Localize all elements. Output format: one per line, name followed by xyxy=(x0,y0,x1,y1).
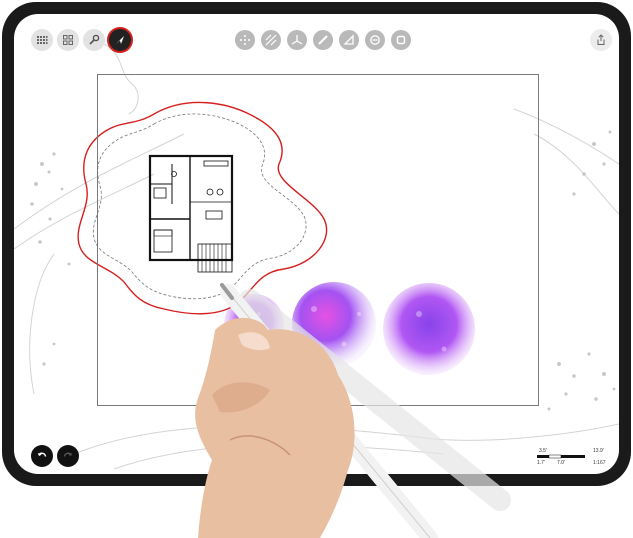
gallery-icon xyxy=(63,35,73,45)
scale-label-top-right: 13.9' xyxy=(593,448,604,454)
ruler-tool[interactable] xyxy=(339,30,359,50)
angle-icon xyxy=(291,35,303,45)
tablet-device: 3.5' 13.9' 1.7' 7.0' 1:167 xyxy=(2,2,631,486)
pen-icon xyxy=(318,35,328,45)
layers-grid-icon xyxy=(37,36,48,44)
hatch-icon xyxy=(265,34,277,46)
scale-bar: 3.5' 13.9' 1.7' 7.0' 1:167 xyxy=(537,448,611,470)
drawing-sheet xyxy=(97,74,539,406)
undo-button[interactable] xyxy=(31,445,53,467)
undo-icon xyxy=(37,452,47,457)
redo-icon xyxy=(63,452,73,457)
pointer-icon xyxy=(116,36,124,44)
square-tool[interactable] xyxy=(391,30,411,50)
layers-grid-button[interactable] xyxy=(31,29,53,51)
select-dots-icon xyxy=(240,35,250,45)
wrench-icon xyxy=(89,34,100,45)
scale-label-bottom-mid: 7.0' xyxy=(557,460,565,466)
square-icon xyxy=(396,35,406,45)
pen-tool[interactable] xyxy=(313,30,333,50)
hatch-tool[interactable] xyxy=(261,30,281,50)
circle-minus-tool[interactable] xyxy=(365,30,385,50)
ruler-triangle-icon xyxy=(343,34,354,45)
scale-label-bottom-left: 1.7' xyxy=(537,460,545,466)
select-tool[interactable] xyxy=(235,30,255,50)
angle-tool[interactable] xyxy=(287,30,307,50)
settings-button[interactable] xyxy=(83,29,105,51)
circle-minus-icon xyxy=(370,35,380,45)
gallery-button[interactable] xyxy=(57,29,79,51)
redo-button[interactable] xyxy=(57,445,79,467)
share-button[interactable] xyxy=(590,29,612,51)
scale-ratio: 1:167 xyxy=(593,460,606,466)
share-icon xyxy=(597,34,605,45)
scale-bar-graphic xyxy=(537,454,585,459)
canvas-screen[interactable]: 3.5' 13.9' 1.7' 7.0' 1:167 xyxy=(14,14,619,474)
pointer-tool-button[interactable] xyxy=(107,27,133,53)
